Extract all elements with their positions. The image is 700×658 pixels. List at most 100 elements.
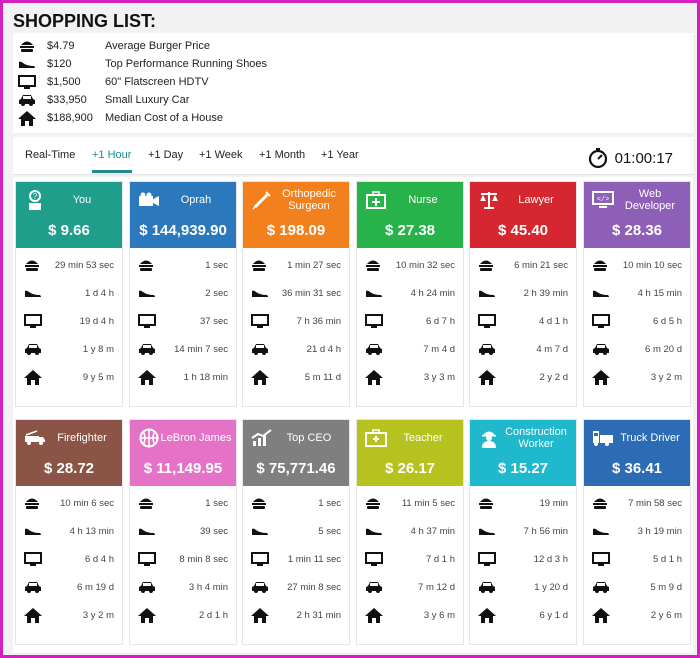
shopping-item-name: Small Luxury Car — [105, 94, 190, 106]
time-to-afford: 7 min 58 sec — [628, 497, 682, 509]
car-icon — [592, 340, 614, 358]
earnings-card[interactable]: Oprah $ 144,939.90 1 sec 2 sec 37 sec 14 min … — [129, 181, 237, 407]
shopping-item-price: $33,950 — [47, 94, 87, 106]
time-row: 4 h 37 min — [357, 517, 463, 545]
time-row: 1 sec — [130, 251, 236, 279]
time-to-afford: 3 h 19 min — [637, 525, 682, 537]
shoe-icon — [592, 284, 614, 302]
truck-icon — [592, 427, 614, 449]
card-header: Construction Worker $ 15.27 — [470, 420, 576, 486]
tv-icon — [138, 312, 160, 330]
card-title: Top CEO — [286, 432, 332, 444]
tab-1-day[interactable]: +1 Day — [148, 149, 183, 161]
time-to-afford: 10 min 10 sec — [622, 259, 682, 271]
shopping-item-price: $1,500 — [47, 76, 81, 88]
time-row: 2 sec — [130, 279, 236, 307]
tab-1-month[interactable]: +1 Month — [259, 149, 305, 161]
tab-1-year[interactable]: +1 Year — [321, 149, 359, 161]
earnings-card[interactable]: Teacher $ 26.17 11 min 5 sec 4 h 37 min 7 d … — [356, 419, 464, 645]
time-to-afford: 39 sec — [200, 525, 228, 537]
car-icon — [365, 578, 387, 596]
earnings-card[interactable]: Nurse $ 27.38 10 min 32 sec 4 h 24 min 6 d 7… — [356, 181, 464, 407]
card-body: 1 sec 2 sec 37 sec 14 min 7 sec 1 h 18 min — [130, 248, 236, 391]
card-earnings: $ 198.09 — [266, 222, 326, 239]
time-to-afford: 1 sec — [205, 259, 228, 271]
time-row: 6 m 19 d — [16, 573, 122, 601]
time-row: 27 min 8 sec — [243, 573, 349, 601]
tv-icon — [478, 550, 500, 568]
time-row: 1 h 18 min — [130, 363, 236, 391]
time-to-afford: 12 d 3 h — [533, 553, 568, 565]
tab-1-week[interactable]: +1 Week — [199, 149, 243, 161]
time-row: 4 m 7 d — [470, 335, 576, 363]
card-body: 19 min 7 h 56 min 12 d 3 h 1 y 20 d 6 y 1 d — [470, 486, 576, 629]
car-icon — [592, 578, 614, 596]
time-row: 19 min — [470, 489, 576, 517]
tab-1-hour[interactable]: +1 Hour — [92, 149, 131, 161]
card-title: Nurse — [408, 194, 438, 206]
time-to-afford: 4 h 24 min — [410, 287, 455, 299]
card-title: LeBron James — [160, 432, 232, 444]
time-to-afford: 3 y 6 m — [423, 609, 455, 621]
time-row: 3 h 19 min — [584, 517, 690, 545]
card-title: Teacher — [403, 432, 443, 444]
card-body: 7 min 58 sec 3 h 19 min 5 d 1 h 5 m 9 d 2 y … — [584, 486, 690, 629]
shopping-item: $33,950 Small Luxury Car — [17, 91, 189, 109]
card-title: Lawyer — [518, 194, 554, 206]
tv-icon — [17, 75, 37, 89]
time-to-afford: 6 y 1 d — [539, 609, 568, 621]
time-row: 2 h 31 min — [243, 601, 349, 629]
burger-icon — [478, 494, 500, 512]
earnings-card[interactable]: </> Web Developer $ 28.36 10 min 10 sec 4 h … — [583, 181, 691, 407]
time-to-afford: 2 d 1 h — [198, 609, 228, 621]
card-header: ? You $ 9.66 — [16, 182, 122, 248]
time-to-afford: 14 min 7 sec — [174, 343, 228, 355]
tab-real-time[interactable]: Real-Time — [25, 149, 75, 161]
time-to-afford: 3 y 2 m — [82, 609, 114, 621]
tv-icon — [365, 312, 387, 330]
time-row: 4 h 24 min — [357, 279, 463, 307]
car-icon — [365, 340, 387, 358]
house-icon — [24, 606, 46, 624]
earnings-card[interactable]: Firefighter $ 28.72 10 min 6 sec 4 h 13 min… — [15, 419, 123, 645]
burger-icon — [17, 39, 37, 53]
time-to-afford: 6 d 4 h — [84, 553, 114, 565]
page-frame: SHOPPING LIST: $4.79 Average Burger Price… — [0, 0, 700, 658]
card-body: 1 min 27 sec 36 min 31 sec 7 h 36 min 21 d … — [243, 248, 349, 391]
card-body: 10 min 6 sec 4 h 13 min 6 d 4 h 6 m 19 d 3 y… — [16, 486, 122, 629]
time-to-afford: 19 d 4 h — [79, 315, 114, 327]
earnings-card[interactable]: Top CEO $ 75,771.46 1 sec 5 sec 1 min 11 sec… — [242, 419, 350, 645]
timer: 01:00:17 — [587, 147, 673, 169]
earnings-card[interactable]: Lawyer $ 45.40 6 min 21 sec 2 h 39 min 4 d 1… — [469, 181, 577, 407]
card-earnings: $ 26.17 — [384, 460, 436, 477]
time-row: 4 h 13 min — [16, 517, 122, 545]
house-icon — [365, 368, 387, 386]
earnings-card[interactable]: Orthopedic Surgeon $ 198.09 1 min 27 sec 36… — [242, 181, 350, 407]
shopping-item-price: $120 — [47, 58, 72, 70]
time-row: 5 m 11 d — [243, 363, 349, 391]
shoe-icon — [251, 522, 273, 540]
burger-icon — [24, 494, 46, 512]
time-to-afford: 6 m 20 d — [645, 343, 682, 355]
card-header: </> Web Developer $ 28.36 — [584, 182, 690, 248]
car-icon — [478, 340, 500, 358]
earnings-card[interactable]: LeBron James $ 11,149.95 1 sec 39 sec 8 min … — [129, 419, 237, 645]
earnings-card[interactable]: ? You $ 9.66 29 min 53 sec 1 d 4 h 19 d 4 h 1 … — [15, 181, 123, 407]
time-to-afford: 5 d 1 h — [652, 553, 682, 565]
time-tabs: Real-Time +1 Hour +1 Day +1 Week +1 Mont… — [13, 137, 693, 175]
shoe-icon — [478, 522, 500, 540]
card-earnings: $ 11,149.95 — [143, 460, 223, 477]
basketball-icon — [138, 427, 160, 449]
time-to-afford: 5 m 9 d — [650, 581, 682, 593]
card-title: Firefighter — [57, 432, 107, 444]
earnings-card[interactable]: Truck Driver $ 36.41 7 min 58 sec 3 h 19 mi… — [583, 419, 691, 645]
card-earnings: $ 9.66 — [48, 222, 90, 239]
time-row: 39 sec — [130, 517, 236, 545]
house-icon — [251, 606, 273, 624]
time-to-afford: 6 m 19 d — [77, 581, 114, 593]
shopping-item-name: Average Burger Price — [105, 40, 210, 52]
time-row: 7 d 1 h — [357, 545, 463, 573]
firetruck-icon — [24, 427, 46, 449]
shoe-icon — [24, 284, 46, 302]
earnings-card[interactable]: Construction Worker $ 15.27 19 min 7 h 56 m… — [469, 419, 577, 645]
